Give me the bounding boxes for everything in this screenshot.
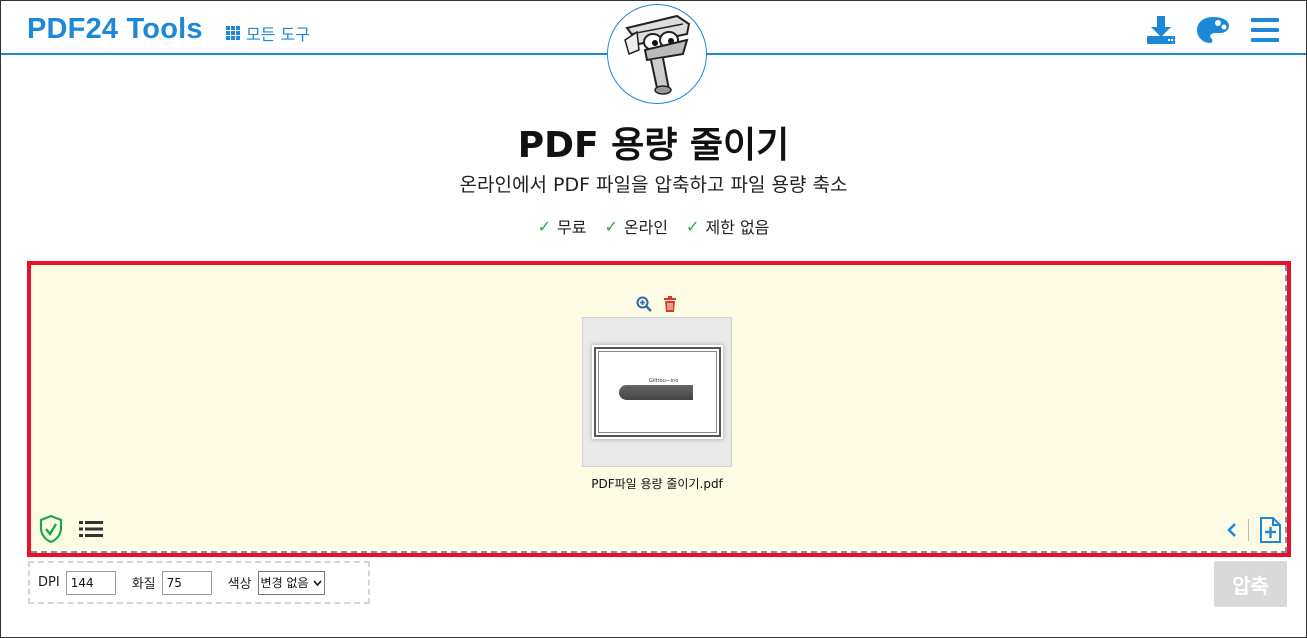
- feature-label: 무료: [557, 218, 587, 237]
- compress-button[interactable]: 압축: [1214, 561, 1287, 607]
- stapler-mascot-icon: [624, 14, 691, 95]
- trash-icon[interactable]: [661, 295, 679, 313]
- quality-input[interactable]: [161, 570, 212, 595]
- dropzone-left-tools: [39, 515, 103, 543]
- file-dropzone[interactable]: Giltrou—ino PDF파일 용량 줄이기.pdf: [27, 261, 1291, 557]
- all-tools-link[interactable]: 모든 도구: [226, 21, 310, 45]
- zoom-in-icon[interactable]: [635, 295, 653, 313]
- feature-item-free: ✓ 무료: [538, 214, 587, 238]
- check-icon: ✓: [537, 216, 551, 236]
- color-select[interactable]: 변경 없음: [257, 570, 325, 595]
- file-name: PDF파일 용량 줄이기.pdf: [591, 477, 723, 491]
- grid-icon: [226, 26, 240, 40]
- preview-text: Giltrou—ino: [649, 378, 679, 384]
- menu-icon[interactable]: [1248, 13, 1282, 47]
- divider: [1248, 519, 1249, 541]
- shield-check-icon[interactable]: [39, 515, 63, 543]
- compression-options: DPI 화질 색상 변경 없음: [28, 561, 370, 604]
- header-actions: [1144, 13, 1282, 47]
- page-title: PDF 용량 줄이기: [517, 125, 790, 166]
- palette-icon[interactable]: [1196, 13, 1230, 47]
- check-icon: ✓: [604, 216, 618, 236]
- preview-bar: [619, 385, 693, 400]
- download-icon[interactable]: [1144, 13, 1178, 47]
- feature-item-unlimited: ✓ 제한 없음: [686, 214, 769, 238]
- file-actions: [635, 295, 679, 313]
- mascot-logo: [607, 4, 707, 104]
- add-file-icon[interactable]: [1259, 517, 1281, 543]
- color-label: 색상: [227, 577, 252, 592]
- check-icon: ✓: [686, 216, 700, 236]
- dropzone-right-tools: [1226, 517, 1281, 543]
- color-select-value: 변경 없음: [260, 576, 309, 590]
- all-tools-label: 모든 도구: [246, 25, 310, 44]
- site-logo[interactable]: PDF24 Tools: [27, 13, 203, 46]
- feature-list: ✓ 무료 ✓ 온라인 ✓ 제한 없음: [0, 214, 1307, 238]
- feature-item-online: ✓ 온라인: [604, 214, 668, 238]
- dpi-input[interactable]: [65, 570, 116, 595]
- chevron-down-icon: [312, 579, 322, 586]
- page-subtitle: 온라인에서 PDF 파일을 압축하고 파일 용량 축소: [459, 174, 848, 196]
- feature-label: 제한 없음: [705, 218, 770, 237]
- chevron-left-icon[interactable]: [1226, 522, 1238, 538]
- pdf-page-preview: Giltrou—ino: [594, 347, 721, 437]
- dpi-label: DPI: [38, 575, 60, 590]
- feature-label: 온라인: [623, 218, 669, 237]
- list-icon[interactable]: [79, 520, 103, 538]
- file-thumbnail[interactable]: Giltrou—ino: [582, 317, 732, 467]
- quality-label: 화질: [131, 577, 156, 592]
